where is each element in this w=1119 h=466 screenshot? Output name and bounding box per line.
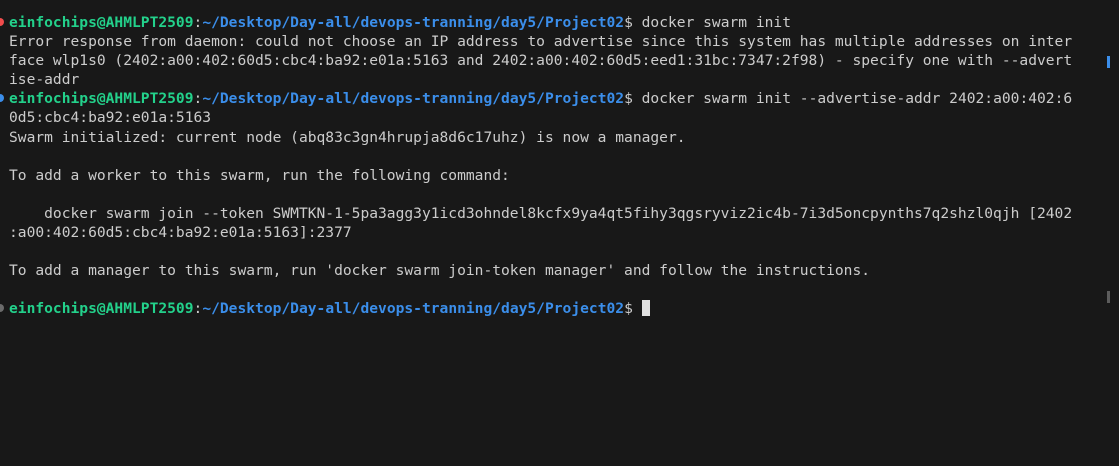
worker-hint-line: To add a worker to this swarm, run the f… [9, 166, 510, 184]
prompt-path: ~/Desktop/Day-all/devops-tranning/day5/P… [202, 300, 625, 318]
command-text: docker swarm init --advertise-addr 2402:… [641, 90, 1073, 108]
prompt-user-host: einfochips@AHMLPT2509 [9, 90, 194, 108]
error-output-line: face wlp1s0 (2402:a00:402:60d5:cbc4:ba92… [9, 52, 1073, 70]
prompt-symbol: $ [624, 14, 642, 31]
prompt-line: einfochips@AHMLPT2509:~/Desktop/Day-all/… [9, 13, 1101, 32]
prompt-line: einfochips@AHMLPT2509:~/Desktop/Day-all/… [9, 89, 1101, 108]
command-failed-marker[interactable] [0, 18, 4, 26]
manager-hint-line: To add a manager to this swarm, run 'doc… [9, 262, 871, 280]
join-command-line: :a00:402:60d5:cbc4:ba92:e01a:5163]:2377 [9, 224, 352, 242]
prompt-line: einfochips@AHMLPT2509:~/Desktop/Day-all/… [9, 299, 1101, 318]
swarm-initialized-line: Swarm initialized: current node (abq83c3… [9, 128, 686, 146]
command-text: docker swarm init [641, 14, 792, 31]
scrollbar-marker [1107, 56, 1110, 68]
prompt-separator: : [193, 14, 203, 31]
prompt-separator: : [193, 90, 203, 108]
prompt-symbol: $ [624, 300, 642, 318]
prompt-user-host: einfochips@AHMLPT2509 [9, 14, 194, 31]
terminal-output[interactable]: einfochips@AHMLPT2509:~/Desktop/Day-all/… [9, 13, 1101, 319]
prompt-user-host: einfochips@AHMLPT2509 [9, 300, 194, 318]
scrollbar-marker [1107, 291, 1110, 303]
error-output-line: Error response from daemon: could not ch… [9, 33, 1073, 51]
terminal-window[interactable]: einfochips@AHMLPT2509:~/Desktop/Day-all/… [0, 0, 1119, 466]
command-pending-marker[interactable] [0, 304, 4, 312]
prompt-symbol: $ [624, 90, 642, 108]
command-continuation: 0d5:cbc4:ba92:e01a:5163 [9, 109, 212, 127]
prompt-path: ~/Desktop/Day-all/devops-tranning/day5/P… [202, 90, 625, 108]
join-command-line: docker swarm join --token SWMTKN-1-5pa3a… [9, 204, 1073, 222]
error-output-line: ise-addr [9, 71, 80, 89]
block-cursor-icon [641, 300, 650, 317]
prompt-separator: : [193, 300, 203, 318]
command-success-marker[interactable] [0, 94, 4, 102]
prompt-path: ~/Desktop/Day-all/devops-tranning/day5/P… [202, 14, 625, 31]
